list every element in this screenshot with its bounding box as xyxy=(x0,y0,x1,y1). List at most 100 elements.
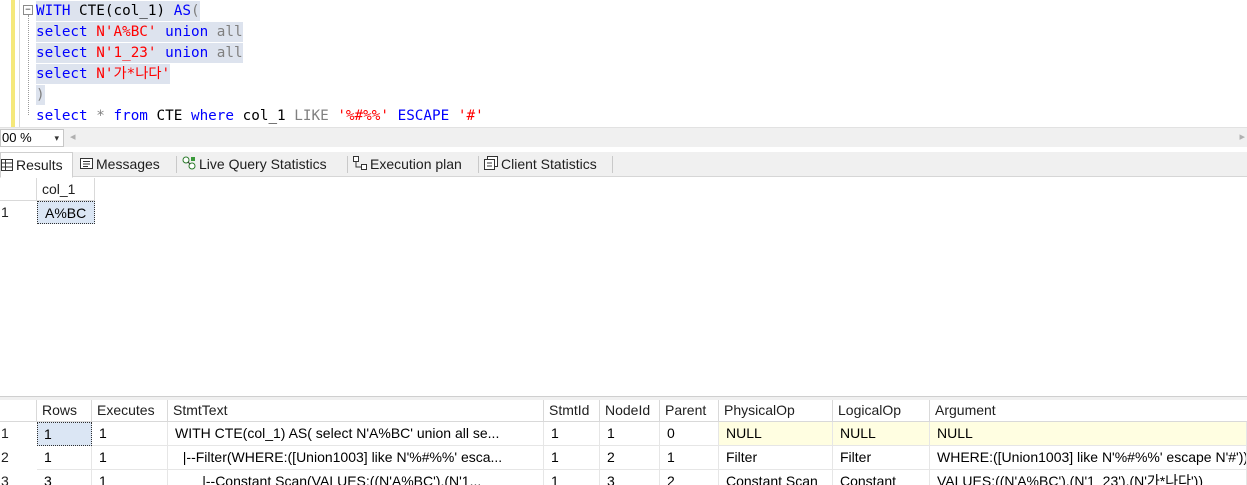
stats-cell-rows[interactable]: 1 xyxy=(37,446,92,470)
chevron-down-icon: ▾ xyxy=(54,133,59,143)
code-token: N'1_23' xyxy=(96,45,166,61)
code-token: N'가*나다' xyxy=(96,66,171,82)
code-line[interactable]: select * from CTE where col_1 LIKE '%#%%… xyxy=(36,106,484,126)
column-header-parent[interactable]: Parent xyxy=(660,400,719,422)
tab-label: Results xyxy=(16,157,63,173)
stats-cell-rows[interactable]: 1 xyxy=(37,422,92,446)
sql-editor[interactable]: − WITH CTE(col_1) AS(select N'A%BC' unio… xyxy=(0,0,1247,127)
stats-cell-argument[interactable]: VALUES:((N'A%BC'),(N'1_23'),(N'가*나다')) xyxy=(930,470,1247,485)
stats-cell-physicalop[interactable]: Constant Scan xyxy=(719,470,833,485)
tab-divider xyxy=(612,156,613,173)
code-token: union xyxy=(165,45,217,61)
editor-status-strip: 00 % ▾ ◂ ▸ xyxy=(0,127,1247,147)
code-token: CTE xyxy=(156,108,191,124)
code-token: '%#%%' xyxy=(337,108,398,124)
grid-icon xyxy=(1,154,13,178)
column-header-stmtid[interactable]: StmtId xyxy=(544,400,600,422)
stats-cell-stmtid[interactable]: 1 xyxy=(544,470,600,485)
column-header-col-1[interactable]: col_1 xyxy=(37,178,95,201)
column-header-logicalop[interactable]: LogicalOp xyxy=(833,400,930,422)
stats-cell-logicalop[interactable]: Constant xyxy=(833,470,930,485)
column-header-stmttext[interactable]: StmtText xyxy=(168,400,544,422)
code-line[interactable]: WITH CTE(col_1) AS( xyxy=(36,1,200,21)
result-cell[interactable]: A%BC xyxy=(37,201,95,224)
stats-cell-stmttext[interactable]: |--Filter(WHERE:([Union1003] like N'%#%%… xyxy=(168,446,544,470)
code-token: from xyxy=(113,108,157,124)
tab-label: Messages xyxy=(96,156,160,172)
code-token: AS xyxy=(173,3,191,19)
code-token: select xyxy=(36,66,97,82)
stats-cell-nodeid[interactable]: 2 xyxy=(600,446,660,470)
tab-live-query-statistics[interactable]: Live Query Statistics xyxy=(182,152,327,177)
tab-label: Execution plan xyxy=(370,156,462,172)
code-token: WITH xyxy=(36,3,80,19)
stats-cell-stmtid[interactable]: 1 xyxy=(544,446,600,470)
code-token: ) xyxy=(36,87,45,103)
row-number[interactable]: 2 xyxy=(0,446,36,470)
change-tracking-bar xyxy=(11,0,15,127)
stats-cell-executes[interactable]: 1 xyxy=(92,470,168,485)
results-tabbar: Results Messages Live Query Statistics E… xyxy=(0,152,1247,178)
code-token: N'A%BC' xyxy=(96,24,166,40)
stats-cell-parent[interactable]: 0 xyxy=(660,422,719,446)
stats-cell-argument[interactable]: WHERE:([Union1003] like N'%#%%' escape N… xyxy=(930,446,1247,470)
code-token: * xyxy=(96,108,114,124)
code-line[interactable]: select N'가*나다' xyxy=(36,64,171,84)
column-header-nodeid[interactable]: NodeId xyxy=(600,400,660,422)
code-token: '#' xyxy=(457,108,484,124)
tab-results[interactable]: Results xyxy=(0,152,73,178)
stats-cell-rows[interactable]: 3 xyxy=(37,470,92,485)
stats-cell-executes[interactable]: 1 xyxy=(92,422,168,446)
stats-cell-executes[interactable]: 1 xyxy=(92,446,168,470)
stats-cell-nodeid[interactable]: 1 xyxy=(600,422,660,446)
collapse-toggle[interactable]: − xyxy=(23,5,33,15)
row-number[interactable]: 1 xyxy=(0,422,36,446)
stats-cell-physicalop[interactable]: Filter xyxy=(719,446,833,470)
code-token: select xyxy=(36,108,97,124)
column-header-rows[interactable]: Rows xyxy=(37,400,92,422)
grid-corner[interactable] xyxy=(0,400,37,422)
column-header-argument[interactable]: Argument xyxy=(930,400,1247,422)
tab-execution-plan[interactable]: Execution plan xyxy=(353,152,462,177)
stats-cell-argument[interactable]: NULL xyxy=(930,422,1247,446)
code-token: col_1 xyxy=(242,108,295,124)
stats-cell-nodeid[interactable]: 3 xyxy=(600,470,660,485)
stats-cell-physicalop[interactable]: NULL xyxy=(719,422,833,446)
stats-cell-stmttext[interactable]: |--Constant Scan(VALUES:((N'A%BC'),(N'1.… xyxy=(168,470,544,485)
execution-plan-icon xyxy=(353,153,367,177)
editor-gutter xyxy=(19,0,20,127)
row-number[interactable]: 3 xyxy=(0,470,36,485)
zoom-dropdown[interactable]: 00 % ▾ xyxy=(0,129,64,147)
code-token: all xyxy=(216,45,243,61)
tab-client-statistics[interactable]: Client Statistics xyxy=(484,152,597,177)
zoom-value: 00 % xyxy=(2,130,32,145)
code-line[interactable]: ) xyxy=(36,85,45,105)
code-line[interactable]: select N'A%BC' union all xyxy=(36,22,243,42)
stats-cell-stmtid[interactable]: 1 xyxy=(544,422,600,446)
code-token: ( xyxy=(190,3,200,19)
code-token: where xyxy=(190,108,243,124)
tab-messages[interactable]: Messages xyxy=(80,152,160,177)
stats-cell-logicalop[interactable]: Filter xyxy=(833,446,930,470)
stats-cell-logicalop[interactable]: NULL xyxy=(833,422,930,446)
showplan-grid[interactable]: Rows Executes StmtText StmtId NodeId Par… xyxy=(0,400,1247,485)
code-line[interactable]: select N'1_23' union all xyxy=(36,43,243,63)
column-header-physicalop[interactable]: PhysicalOp xyxy=(719,400,833,422)
column-header-executes[interactable]: Executes xyxy=(92,400,168,422)
scroll-right-icon[interactable]: ▸ xyxy=(1239,130,1245,143)
stats-cell-parent[interactable]: 2 xyxy=(660,470,719,485)
outline-guide xyxy=(28,15,29,115)
tab-divider xyxy=(347,156,348,173)
code-token: ESCAPE xyxy=(397,108,458,124)
code-token: select xyxy=(36,45,97,61)
grid-corner[interactable] xyxy=(0,178,37,201)
tab-label: Client Statistics xyxy=(501,156,597,172)
live-query-icon xyxy=(182,153,196,177)
scroll-left-icon[interactable]: ◂ xyxy=(70,130,76,143)
row-number[interactable]: 1 xyxy=(0,201,37,224)
results-grid[interactable]: col_1 1 A%BC xyxy=(0,178,1247,396)
stats-cell-stmttext[interactable]: WITH CTE(col_1) AS( select N'A%BC' union… xyxy=(168,422,544,446)
code-token: LIKE xyxy=(294,108,338,124)
code-token: CTE(col_1) xyxy=(79,3,174,19)
stats-cell-parent[interactable]: 1 xyxy=(660,446,719,470)
